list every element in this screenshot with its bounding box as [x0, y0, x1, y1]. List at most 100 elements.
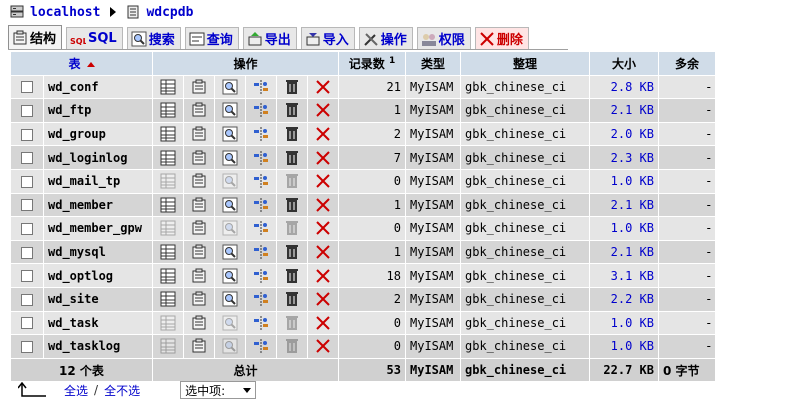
- insert-button[interactable]: [246, 240, 276, 264]
- browse-button[interactable]: [153, 169, 183, 193]
- table-name-link[interactable]: wd_conf: [44, 75, 152, 99]
- search-button[interactable]: [215, 169, 245, 193]
- drop-button[interactable]: [308, 122, 338, 146]
- structure-button[interactable]: [184, 217, 214, 240]
- size-link[interactable]: 1.0 KB: [590, 217, 658, 240]
- table-name-link[interactable]: wd_group: [44, 122, 152, 146]
- insert-button[interactable]: [246, 217, 276, 240]
- empty-button[interactable]: [277, 122, 307, 146]
- insert-button[interactable]: [246, 287, 276, 311]
- tab-operations[interactable]: 操作: [358, 27, 413, 49]
- table-name-link[interactable]: wd_member_gpw: [44, 217, 152, 240]
- size-link[interactable]: 3.1 KB: [590, 264, 658, 287]
- table-name-link[interactable]: wd_member: [44, 193, 152, 217]
- row-checkbox[interactable]: [21, 293, 33, 306]
- table-name-link[interactable]: wd_tasklog: [44, 335, 152, 358]
- with-selected-dropdown[interactable]: 选中项:: [180, 381, 257, 399]
- drop-button[interactable]: [308, 264, 338, 287]
- size-link[interactable]: 1.0 KB: [590, 335, 658, 358]
- row-checkbox[interactable]: [21, 222, 33, 235]
- browse-button[interactable]: [153, 146, 183, 169]
- structure-button[interactable]: [184, 311, 214, 335]
- insert-button[interactable]: [246, 122, 276, 146]
- size-link[interactable]: 2.1 KB: [590, 99, 658, 122]
- browse-button[interactable]: [153, 217, 183, 240]
- insert-button[interactable]: [246, 146, 276, 169]
- tab-drop[interactable]: 删除: [474, 27, 529, 49]
- tab-privileges[interactable]: 权限: [416, 27, 471, 49]
- table-name-link[interactable]: wd_mail_tp: [44, 169, 152, 193]
- search-button[interactable]: [215, 287, 245, 311]
- drop-button[interactable]: [308, 75, 338, 99]
- search-button[interactable]: [215, 240, 245, 264]
- drop-button[interactable]: [308, 240, 338, 264]
- empty-button[interactable]: [277, 75, 307, 99]
- empty-button[interactable]: [277, 193, 307, 217]
- size-link[interactable]: 2.1 KB: [590, 193, 658, 217]
- drop-button[interactable]: [308, 169, 338, 193]
- drop-button[interactable]: [308, 311, 338, 335]
- structure-button[interactable]: [184, 122, 214, 146]
- size-link[interactable]: 2.3 KB: [590, 146, 658, 169]
- row-checkbox[interactable]: [21, 128, 33, 141]
- insert-button[interactable]: [246, 335, 276, 358]
- row-checkbox[interactable]: [21, 81, 33, 94]
- structure-button[interactable]: [184, 75, 214, 99]
- drop-button[interactable]: [308, 146, 338, 169]
- browse-button[interactable]: [153, 99, 183, 122]
- breadcrumb-server-link[interactable]: localhost: [30, 5, 100, 20]
- empty-button[interactable]: [277, 217, 307, 240]
- search-button[interactable]: [215, 264, 245, 287]
- check-all-link[interactable]: 全选: [64, 382, 88, 399]
- table-name-link[interactable]: wd_site: [44, 287, 152, 311]
- tab-import[interactable]: 导入: [300, 27, 355, 49]
- browse-button[interactable]: [153, 335, 183, 358]
- browse-button[interactable]: [153, 193, 183, 217]
- browse-button[interactable]: [153, 75, 183, 99]
- table-name-link[interactable]: wd_task: [44, 311, 152, 335]
- drop-button[interactable]: [308, 217, 338, 240]
- empty-button[interactable]: [277, 335, 307, 358]
- structure-button[interactable]: [184, 287, 214, 311]
- insert-button[interactable]: [246, 169, 276, 193]
- search-button[interactable]: [215, 311, 245, 335]
- search-button[interactable]: [215, 122, 245, 146]
- structure-button[interactable]: [184, 193, 214, 217]
- size-link[interactable]: 2.0 KB: [590, 122, 658, 146]
- tab-structure[interactable]: 结构: [8, 25, 63, 49]
- tab-search[interactable]: 搜索: [126, 27, 181, 49]
- structure-button[interactable]: [184, 99, 214, 122]
- tab-query[interactable]: 查询: [184, 27, 239, 49]
- row-checkbox[interactable]: [21, 152, 33, 165]
- search-button[interactable]: [215, 217, 245, 240]
- table-name-link[interactable]: wd_loginlog: [44, 146, 152, 169]
- table-name-link[interactable]: wd_mysql: [44, 240, 152, 264]
- empty-button[interactable]: [277, 264, 307, 287]
- structure-button[interactable]: [184, 264, 214, 287]
- structure-button[interactable]: [184, 335, 214, 358]
- row-checkbox[interactable]: [21, 270, 33, 283]
- empty-button[interactable]: [277, 287, 307, 311]
- browse-button[interactable]: [153, 122, 183, 146]
- insert-button[interactable]: [246, 99, 276, 122]
- table-name-link[interactable]: wd_optlog: [44, 264, 152, 287]
- size-link[interactable]: 1.0 KB: [590, 169, 658, 193]
- tab-export[interactable]: 导出: [242, 27, 297, 49]
- size-link[interactable]: 1.0 KB: [590, 311, 658, 335]
- size-link[interactable]: 2.2 KB: [590, 287, 658, 311]
- browse-button[interactable]: [153, 311, 183, 335]
- insert-button[interactable]: [246, 311, 276, 335]
- insert-button[interactable]: [246, 193, 276, 217]
- size-link[interactable]: 2.8 KB: [590, 75, 658, 99]
- structure-button[interactable]: [184, 240, 214, 264]
- drop-button[interactable]: [308, 193, 338, 217]
- insert-button[interactable]: [246, 75, 276, 99]
- row-checkbox[interactable]: [21, 175, 33, 188]
- row-checkbox[interactable]: [21, 104, 33, 117]
- search-button[interactable]: [215, 146, 245, 169]
- drop-button[interactable]: [308, 99, 338, 122]
- search-button[interactable]: [215, 75, 245, 99]
- structure-button[interactable]: [184, 146, 214, 169]
- column-header-table[interactable]: 表: [11, 52, 152, 75]
- uncheck-all-link[interactable]: 全不选: [104, 382, 140, 399]
